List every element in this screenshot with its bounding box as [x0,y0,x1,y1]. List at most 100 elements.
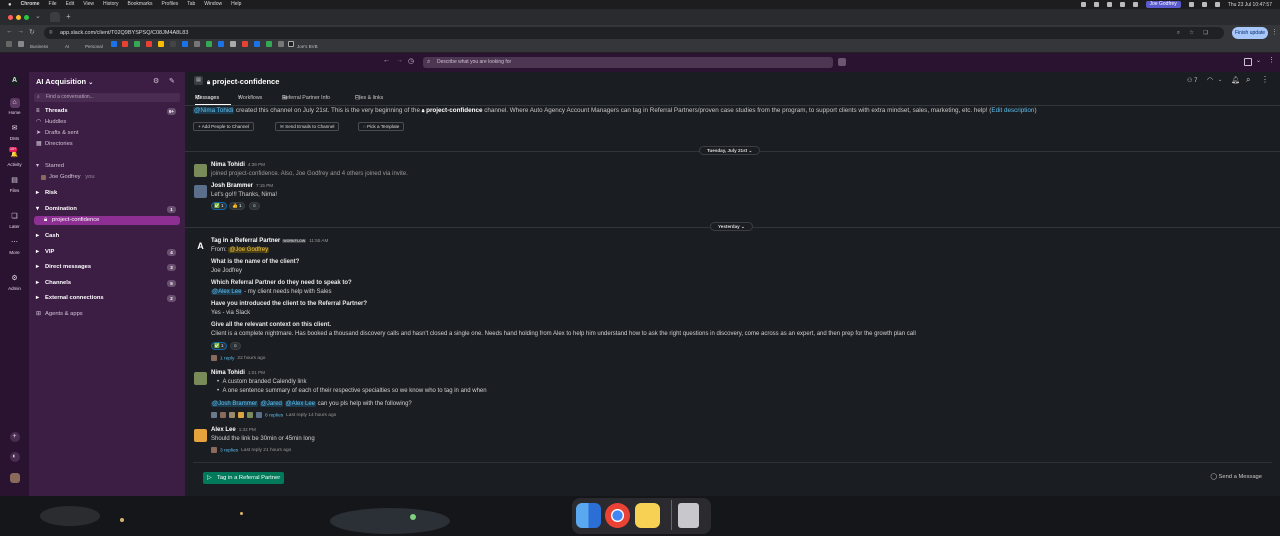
sidebar-item-huddles[interactable]: ◠ Huddles [34,118,180,127]
canvas-icon[interactable]: ▤ [194,76,203,85]
add-workspace-button[interactable]: + [0,432,29,444]
message-author[interactable]: Alex Lee 1:32 PM [211,427,256,433]
status-icon[interactable] [1119,2,1125,7]
new-tab-icon[interactable]: + [66,12,71,21]
pick-template-button[interactable]: ◌ Pick a Template [358,122,405,131]
user-mention[interactable]: @Alex Lee [211,289,243,295]
menu-file[interactable]: File [49,0,57,9]
history-icon[interactable]: ◷ [408,57,414,65]
wifi-icon[interactable] [1188,2,1194,7]
headphones-icon[interactable]: ◠ [1207,76,1213,84]
status-icon[interactable] [1093,2,1099,7]
message-author[interactable]: Nima Tohidi 4:39 PM [211,162,265,168]
menu-history[interactable]: History [103,0,119,9]
message-timestamp[interactable]: 7:15 PM [256,183,273,188]
close-window-icon[interactable] [8,15,13,20]
browser-tab-slack[interactable] [50,12,60,22]
bookmark-favicon-icon[interactable] [170,41,176,47]
bookmark-favicon-icon[interactable] [218,41,224,47]
bookmark-favicon-icon[interactable] [266,41,272,47]
bookmark-favicon-icon[interactable] [158,41,164,47]
menu-profiles[interactable]: Profiles [162,0,179,9]
status-icon[interactable] [1080,2,1086,7]
chevron-down-icon[interactable]: ⌄ [1256,57,1261,64]
rail-home[interactable]: ⌂ Home [0,98,29,115]
maximize-window-icon[interactable] [24,15,29,20]
search-input[interactable]: ⌕ Describe what you are looking for [423,57,833,68]
menu-tab[interactable]: Tab [187,0,195,9]
channel-title[interactable]: 🔒︎ project-confidence [207,77,279,87]
send-emails-button[interactable]: ✉ Send Emails to Channel [275,122,340,131]
avatar[interactable] [194,372,207,385]
thread-replies[interactable]: 1 reply 22 hours ago [211,355,265,361]
bookmark-folder[interactable]: AI [65,41,69,52]
section-cash[interactable]: ▸ Cash [34,232,180,241]
bell-icon[interactable]: 🔔︎ [1231,76,1240,84]
user-avatar-button[interactable] [0,473,29,485]
bookmark-favicon-icon[interactable] [242,41,248,47]
forward-icon[interactable]: → [17,28,24,35]
message-author[interactable]: Nima Tohidi 1:01 PM [211,370,265,376]
reload-icon[interactable]: ↻ [29,28,35,36]
forward-icon[interactable]: → [396,57,403,64]
workflow-bot-avatar[interactable]: A [194,240,207,253]
sidebar-item-directories[interactable]: ▦ Directories [34,140,180,149]
reaction-check[interactable]: ✅ 1 [211,342,227,350]
menu-window[interactable]: Window [204,0,222,9]
bookmark-folder[interactable]: Business [30,41,48,52]
status-icon[interactable] [1106,2,1112,7]
bookmark-favicon-icon[interactable] [122,41,128,47]
bookmark-favicon-icon[interactable] [278,41,284,47]
section-channels[interactable]: ▸ Channels 5 [34,279,180,288]
chevron-down-icon[interactable]: ⌄ [1218,77,1222,83]
rail-admin[interactable]: ⚙ Admin [0,274,29,291]
user-mention[interactable]: @Alex Lee [284,401,317,407]
sidebar-item-project-confidence[interactable]: 🔒︎ project-confidence [34,216,180,225]
back-icon[interactable]: ← [6,28,13,35]
message-author[interactable]: Tag in a Referral Partner WORKFLOW 11:55 A… [211,238,328,244]
more-icon[interactable]: ⋮ [1268,56,1275,64]
huddle-button[interactable]: ◐ [0,452,29,464]
bookmark-favicon-icon[interactable] [134,41,140,47]
add-people-button[interactable]: + Add People to Channel [193,122,254,131]
add-reaction-icon[interactable]: ☺ [249,202,260,210]
bookmark-favicon-icon[interactable] [111,41,117,47]
message-timestamp[interactable]: 11:55 AM [309,238,328,243]
search-icon[interactable]: ⌕ [1177,27,1180,39]
workspace-logo[interactable]: A [0,76,29,88]
finder-icon[interactable] [576,503,601,528]
thread-replies[interactable]: 8 replies Last reply 14 hours ago [211,412,336,418]
bookmark-favicon-icon[interactable] [194,41,200,47]
menubar-clock[interactable]: Thu 23 Jul 10:47:57 [1228,2,1272,8]
message-timestamp[interactable]: 1:01 PM [248,370,265,375]
bookmark-favicon-icon[interactable] [230,41,236,47]
rail-later[interactable]: ❏ Later [0,212,29,229]
status-icon[interactable] [1132,2,1138,7]
finish-update-button[interactable]: Finish update [1232,27,1269,39]
address-bar[interactable]: ⌾ app.slack.com/client/T02Q9BYSPSQ/C08JM… [44,27,1224,39]
message-author[interactable]: Josh Brammer 7:15 PM [211,183,273,189]
section-external-connections[interactable]: ▸ External connections 2 [34,294,180,303]
avatar[interactable] [194,429,207,442]
thread-replies[interactable]: 3 replies Last reply 21 hours ago [211,447,291,453]
back-icon[interactable]: ← [383,57,390,64]
rail-dms[interactable]: ✉ DMs [0,124,29,141]
section-direct-messages[interactable]: ▸ Direct messages 3 [34,263,180,272]
battery-icon[interactable] [1201,2,1207,7]
bookmark-favicon-icon[interactable] [206,41,212,47]
sidebar-item-threads[interactable]: ≡ Threads 9+ [34,107,180,116]
minimize-window-icon[interactable] [16,15,21,20]
reaction-thumbs-up[interactable]: 👍 1 [229,202,245,210]
chrome-menu-icon[interactable]: ⋮ [1271,28,1278,36]
avatar[interactable] [194,164,207,177]
apple-logo-icon[interactable]: ● [8,2,12,8]
extensions-icon[interactable]: ❏ [1203,27,1208,39]
date-divider-jul21[interactable]: Tuesday, July 21st ⌄ [699,146,761,155]
menu-chrome[interactable]: Chrome [21,0,40,9]
sidebar-item-drafts[interactable]: ➤ Drafts & sent [34,129,180,138]
date-divider-yesterday[interactable]: Yesterday ⌄ [710,222,753,231]
sidebar-item-agents[interactable]: ⊞ Agents & apps [34,310,180,319]
settings-icon[interactable]: ⚙ [153,77,159,85]
bookmark-favicon-icon[interactable] [288,41,294,47]
find-conversation-input[interactable]: ⌕ Find a conversation... [34,93,180,102]
